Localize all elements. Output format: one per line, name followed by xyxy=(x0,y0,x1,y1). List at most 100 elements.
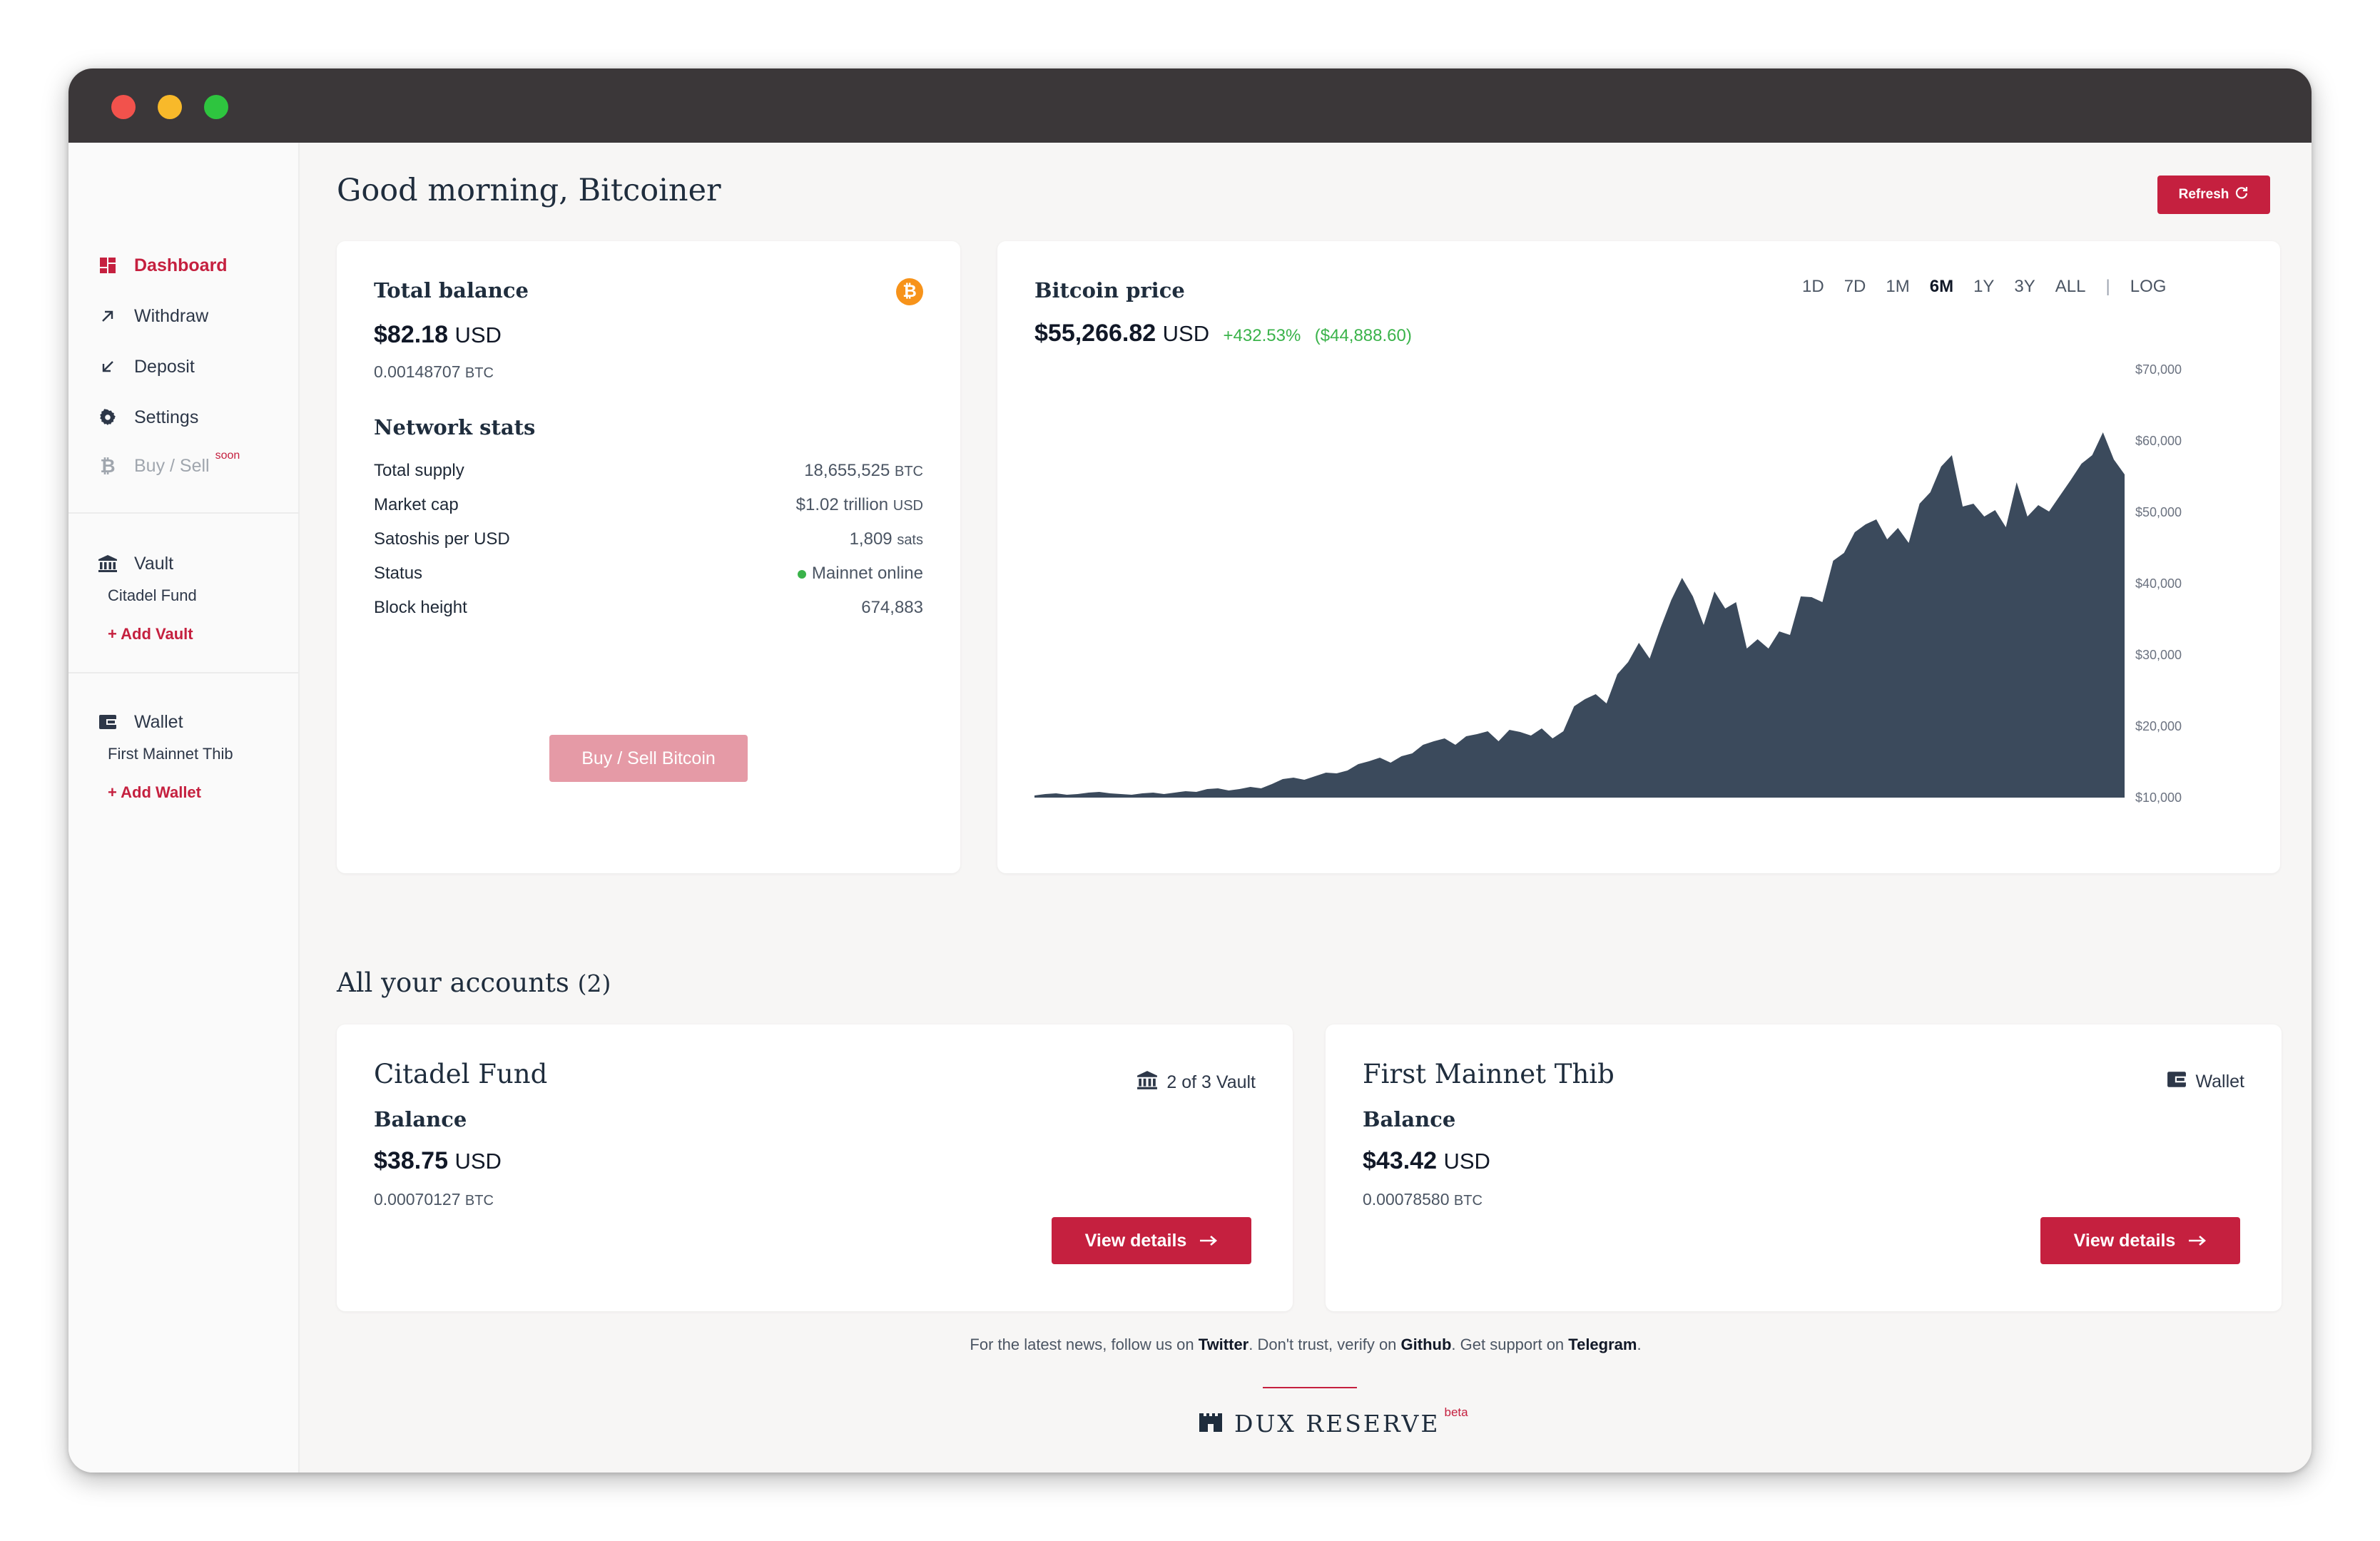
stat-value: Mainnet online xyxy=(797,564,923,584)
title-bar xyxy=(68,68,2312,143)
total-balance-usd-value: $82.18 xyxy=(374,321,448,348)
stat-value: 674,883 xyxy=(861,598,923,617)
stat-unit: USD xyxy=(892,498,923,514)
sidebar: Dashboard Withdraw Deposit Settings ₿ Bu… xyxy=(68,143,300,1473)
add-wallet-link[interactable]: + Add Wallet xyxy=(108,783,201,802)
account-usd-unit: USD xyxy=(454,1149,502,1174)
total-balance-btc-value: 0.00148707 xyxy=(374,362,461,381)
gear-icon xyxy=(97,407,118,428)
stat-label: Status xyxy=(374,564,423,583)
stat-number: 18,655,525 xyxy=(804,461,890,480)
footer-text-part: For the latest news, follow us on xyxy=(970,1336,1199,1353)
total-balance-usd: $82.18 USD xyxy=(374,321,502,349)
total-balance-title: Total balance xyxy=(374,278,529,302)
account-type: Wallet xyxy=(2167,1070,2244,1094)
account-balance-btc: 0.00078580 BTC xyxy=(1363,1190,1483,1209)
y-tick-label: $50,000 xyxy=(2135,505,2182,519)
arrow-right-icon xyxy=(2188,1231,2207,1251)
vault-icon xyxy=(97,553,118,574)
footer-text: For the latest news, follow us on Twitte… xyxy=(300,1336,2312,1354)
stat-label: Block height xyxy=(374,598,467,617)
account-name: Citadel Fund xyxy=(374,1059,548,1089)
y-tick-label: $60,000 xyxy=(2135,434,2182,448)
account-usd-value: $43.42 xyxy=(1363,1147,1437,1174)
arrow-right-icon xyxy=(1199,1231,1218,1251)
sidebar-section-vault[interactable]: Vault xyxy=(97,548,173,579)
account-type-label: 2 of 3 Vault xyxy=(1166,1072,1256,1092)
stat-number: $1.02 trillion xyxy=(795,495,889,514)
bitcoin-price-chart[interactable]: $70,000 $60,000 $50,000 $40,000 $30,000 $20,0… xyxy=(997,241,2280,873)
view-details-button[interactable]: View details xyxy=(1052,1217,1251,1264)
dashboard-icon xyxy=(97,255,118,276)
y-tick-label: $40,000 xyxy=(2135,576,2182,591)
y-tick-label: $70,000 xyxy=(2135,362,2182,377)
view-details-button[interactable]: View details xyxy=(2040,1217,2240,1264)
sidebar-item-label: Vault xyxy=(134,553,174,574)
sidebar-item-withdraw[interactable]: Withdraw xyxy=(97,300,208,332)
bitcoin-logo-icon: ₿ xyxy=(896,278,923,305)
refresh-button[interactable]: Refresh xyxy=(2157,176,2270,214)
stat-unit: sats xyxy=(897,532,923,548)
footer-text-part: . xyxy=(1637,1336,1642,1353)
balance-label: Balance xyxy=(1363,1107,1456,1131)
stat-row-total-supply: Total supply 18,655,525 BTC xyxy=(374,455,923,487)
stat-row-block-height: Block height 674,883 xyxy=(374,592,923,624)
account-usd-value: $38.75 xyxy=(374,1147,448,1174)
minimize-window-button[interactable] xyxy=(158,95,182,119)
account-type: 2 of 3 Vault xyxy=(1136,1070,1256,1095)
sidebar-divider xyxy=(68,672,300,673)
sidebar-wallet-first-mainnet-thib[interactable]: First Mainnet Thib xyxy=(108,745,233,763)
stat-value: 1,809 sats xyxy=(850,529,923,549)
app-window: Dashboard Withdraw Deposit Settings ₿ Bu… xyxy=(68,68,2312,1473)
stat-row-market-cap: Market cap $1.02 trillion USD xyxy=(374,489,923,521)
stat-row-status: Status Mainnet online xyxy=(374,558,923,589)
footer-text-part: . Don't trust, verify on xyxy=(1249,1336,1401,1353)
sidebar-vault-citadel-fund[interactable]: Citadel Fund xyxy=(108,586,197,605)
sidebar-item-dashboard[interactable]: Dashboard xyxy=(97,250,228,281)
sidebar-section-wallet[interactable]: Wallet xyxy=(97,706,183,738)
refresh-icon xyxy=(2234,185,2249,204)
stat-value: $1.02 trillion USD xyxy=(796,495,923,515)
stat-row-satoshis-per-usd: Satoshis per USD 1,809 sats xyxy=(374,524,923,555)
account-card-citadel-fund[interactable]: Citadel Fund 2 of 3 Vault Balance $38.75… xyxy=(337,1024,1293,1311)
brand-logo: DUX RESERVE beta xyxy=(1199,1405,1468,1438)
sidebar-item-label: Deposit xyxy=(134,356,195,377)
account-btc-unit: BTC xyxy=(1453,1193,1483,1209)
status-text: Mainnet online xyxy=(811,564,923,583)
sidebar-item-deposit[interactable]: Deposit xyxy=(97,351,195,382)
brand-name: DUX RESERVE xyxy=(1234,1410,1440,1438)
twitter-link[interactable]: Twitter xyxy=(1199,1336,1249,1353)
stat-number: 1,809 xyxy=(849,529,892,549)
sidebar-item-settings[interactable]: Settings xyxy=(97,402,198,433)
maximize-window-button[interactable] xyxy=(204,95,228,119)
stat-label: Total supply xyxy=(374,461,464,480)
stat-unit: BTC xyxy=(895,464,923,479)
account-balance-usd: $43.42 USD xyxy=(1363,1147,1490,1175)
sidebar-item-label: Wallet xyxy=(134,711,183,732)
stat-label: Satoshis per USD xyxy=(374,529,510,549)
total-balance-card: Total balance ₿ $82.18 USD 0.00148707 BT… xyxy=(337,241,960,873)
beta-badge: beta xyxy=(1444,1405,1468,1419)
github-link[interactable]: Github xyxy=(1401,1336,1452,1353)
account-name: First Mainnet Thib xyxy=(1363,1059,1614,1089)
online-status-dot xyxy=(797,569,806,579)
telegram-link[interactable]: Telegram xyxy=(1568,1336,1637,1353)
buy-sell-bitcoin-button[interactable]: Buy / Sell Bitcoin xyxy=(549,735,748,782)
view-details-label: View details xyxy=(1084,1230,1187,1251)
close-window-button[interactable] xyxy=(111,95,136,119)
account-card-first-mainnet-thib[interactable]: First Mainnet Thib Wallet Balance $43.42… xyxy=(1326,1024,2282,1311)
footer-text-part: . Get support on xyxy=(1451,1336,1569,1353)
sidebar-item-label: Settings xyxy=(134,407,199,427)
accounts-count: (2) xyxy=(577,970,611,997)
balance-label: Balance xyxy=(374,1107,467,1131)
sidebar-item-buy-sell[interactable]: ₿ Buy / Sell soon xyxy=(97,449,240,482)
bitcoin-price-card: Bitcoin price 1D 7D 1M 6M 1Y 3Y ALL | LO… xyxy=(997,241,2280,873)
account-balance-usd: $38.75 USD xyxy=(374,1147,502,1175)
y-tick-label: $30,000 xyxy=(2135,648,2182,662)
arrow-down-left-icon xyxy=(97,356,118,377)
account-btc-unit: BTC xyxy=(464,1193,494,1209)
account-btc-value: 0.00070127 xyxy=(374,1190,461,1209)
bitcoin-icon: ₿ xyxy=(100,454,116,477)
add-vault-link[interactable]: + Add Vault xyxy=(108,625,193,644)
total-balance-btc-unit: BTC xyxy=(464,365,494,381)
